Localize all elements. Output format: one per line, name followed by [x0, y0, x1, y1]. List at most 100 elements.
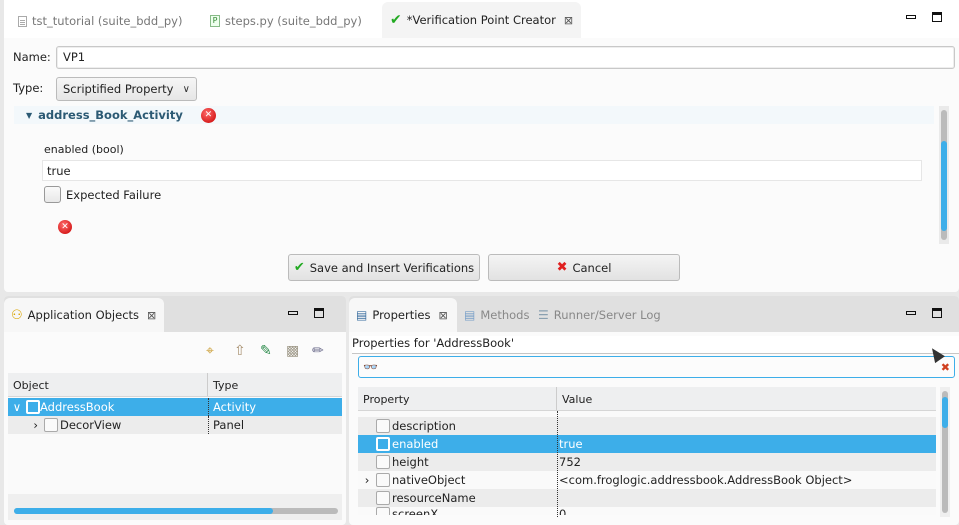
tab-steps-py[interactable]: P steps.py (suite_bdd_py) — [202, 6, 370, 36]
name-input[interactable]: VP1 — [56, 46, 955, 69]
property-row[interactable]: description — [358, 417, 936, 435]
property-value-input[interactable]: true — [42, 160, 922, 181]
chevron-right-icon[interactable]: › — [358, 473, 376, 487]
python-file-icon: P — [210, 15, 220, 27]
chevron-down-icon: ∨ — [182, 83, 190, 95]
property-checkbox[interactable] — [376, 437, 390, 451]
property-checkbox[interactable] — [376, 419, 390, 433]
pencil-icon[interactable]: ✏ — [312, 343, 324, 359]
tab-label: Methods — [480, 308, 530, 322]
property-name: screenX — [392, 507, 439, 515]
pick-object-icon[interactable]: ⌖ — [206, 343, 214, 359]
property-name: enabled — [392, 437, 439, 451]
minimize-icon[interactable] — [906, 15, 916, 19]
properties-icon: ▤ — [356, 308, 368, 322]
object-checkbox[interactable] — [44, 418, 58, 432]
window-controls — [288, 308, 324, 318]
property-row[interactable]: › nativeObject <com.froglogic.addressbook.… — [358, 471, 936, 489]
tab-label: steps.py (suite_bdd_py) — [225, 14, 362, 28]
error-icon: ✕ — [200, 107, 216, 123]
error-icon: ✕ — [58, 220, 72, 234]
chevron-down-icon[interactable]: ∨ — [8, 400, 26, 414]
window-controls — [906, 12, 942, 22]
expected-failure-label: Expected Failure — [66, 187, 162, 202]
column-header-value[interactable]: Value — [557, 387, 597, 410]
scrollbar-thumb[interactable] — [14, 508, 274, 514]
object-type: Activity — [208, 398, 256, 416]
multi-pick-icon[interactable]: ▩ — [286, 343, 299, 359]
cancel-x-icon: ✖ — [556, 260, 568, 275]
object-checkbox[interactable] — [26, 400, 40, 414]
type-label: Type: — [13, 81, 44, 95]
minimize-icon[interactable] — [288, 311, 298, 315]
cancel-button[interactable]: ✖ Cancel — [488, 254, 680, 281]
property-row[interactable]: enabled true — [358, 435, 936, 453]
log-icon: ☰ — [538, 308, 549, 322]
property-name: resourceName — [392, 491, 476, 505]
tab-label: *Verification Point Creator — [406, 13, 556, 27]
chevron-right-icon[interactable]: › — [8, 418, 44, 432]
properties-tab-bar: ▤ Properties ⊠ ▤ Methods ☰ Runner/Server… — [349, 296, 959, 332]
tab-methods[interactable]: ▤ Methods — [457, 298, 536, 332]
tab-label: Properties — [372, 308, 431, 322]
object-table-header: Object Type — [8, 373, 342, 397]
property-checkbox[interactable] — [376, 507, 390, 515]
column-header-object[interactable]: Object — [8, 373, 208, 396]
column-header-property[interactable]: Property — [358, 387, 557, 410]
close-icon[interactable]: ⊠ — [438, 309, 447, 322]
property-row[interactable]: height 752 — [358, 453, 936, 471]
expected-failure-option[interactable]: Expected Failure — [44, 186, 161, 203]
scrollbar-thumb[interactable] — [942, 397, 948, 428]
verification-scrollbar[interactable] — [939, 106, 949, 244]
verification-section: ▼ address_Book_Activity ✕ enabled (bool)… — [14, 106, 934, 244]
property-value: 752 — [559, 455, 581, 469]
horizontal-scrollbar[interactable] — [14, 508, 338, 514]
property-value: true — [559, 437, 583, 451]
property-row[interactable]: resourceName — [358, 489, 936, 507]
property-checkbox[interactable] — [376, 455, 390, 469]
property-name: height — [392, 455, 429, 469]
tab-application-objects[interactable]: ⚇ Application Objects ⊠ — [4, 298, 164, 332]
close-icon[interactable]: ⊠ — [147, 309, 156, 322]
binoculars-icon: 👓 — [363, 360, 378, 374]
save-and-insert-button[interactable]: ✔ Save and Insert Verifications — [288, 254, 480, 281]
property-value: <com.froglogic.addressbook.AddressBook O… — [559, 473, 853, 487]
tab-label: tst_tutorial (suite_bdd_py) — [32, 14, 183, 28]
tab-tst-tutorial[interactable]: tst_tutorial (suite_bdd_py) — [10, 6, 190, 36]
property-checkbox[interactable] — [376, 473, 390, 487]
close-icon[interactable]: ⊠ — [564, 14, 573, 27]
up-arrow-icon[interactable]: ⇧ — [234, 343, 246, 359]
type-dropdown[interactable]: Scriptified Property ∨ — [56, 77, 197, 101]
methods-icon: ▤ — [464, 308, 476, 322]
tab-verification-point-creator[interactable]: ✔ *Verification Point Creator ⊠ — [382, 2, 582, 38]
property-checkbox[interactable] — [376, 491, 390, 505]
object-table-empty-area — [8, 434, 342, 494]
maximize-icon[interactable] — [314, 308, 324, 318]
eyedropper-icon[interactable]: ✎ — [260, 343, 272, 359]
column-header-type[interactable]: Type — [208, 373, 243, 396]
scrollbar-thumb[interactable] — [941, 141, 947, 231]
tree-row-decorview[interactable]: › DecorView Panel — [8, 416, 342, 434]
object-name: DecorView — [60, 418, 122, 432]
properties-scrollbar[interactable] — [940, 387, 950, 517]
tab-label: Application Objects — [27, 308, 140, 322]
save-button-label: Save and Insert Verifications — [309, 260, 475, 275]
expected-failure-checkbox[interactable] — [44, 186, 61, 203]
clear-filter-icon[interactable]: ✖ — [941, 361, 950, 374]
property-label: enabled (bool) — [44, 143, 124, 156]
maximize-icon[interactable] — [932, 12, 942, 22]
app-objects-toolbar: ⌖ ⇧ ✎ ▩ ✏ — [4, 332, 346, 372]
tree-row-addressbook[interactable]: ∨ AddressBook Activity — [8, 398, 342, 416]
property-row[interactable]: screenX 0 — [358, 507, 936, 515]
application-objects-panel: ⚇ Application Objects ⊠ ⌖ ⇧ ✎ ▩ ✏ Object… — [4, 296, 346, 525]
tab-properties[interactable]: ▤ Properties ⊠ — [349, 298, 457, 332]
editor-tab-bar: tst_tutorial (suite_bdd_py) P steps.py (… — [4, 0, 959, 38]
type-value: Scriptified Property — [63, 82, 174, 96]
property-table-header: Property Value — [358, 387, 936, 411]
tab-runner-server-log[interactable]: ☰ Runner/Server Log — [531, 298, 668, 332]
property-filter-input[interactable]: 👓 ✖ — [358, 356, 955, 378]
object-section-header[interactable]: ▼ address_Book_Activity ✕ — [14, 106, 934, 124]
maximize-icon[interactable] — [932, 308, 942, 318]
expand-triangle-icon[interactable]: ▼ — [26, 111, 32, 120]
minimize-icon[interactable] — [906, 311, 916, 315]
